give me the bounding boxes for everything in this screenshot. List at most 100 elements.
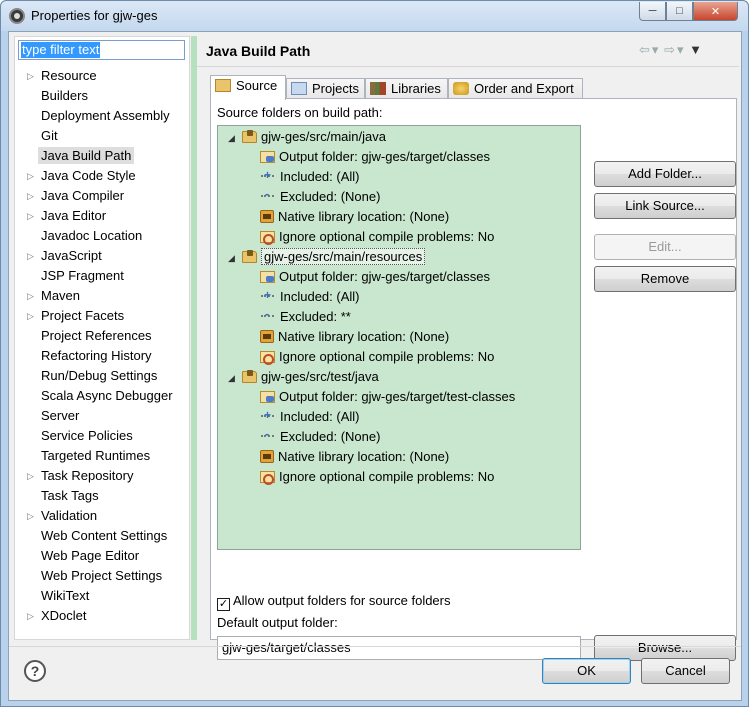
filter-input[interactable]: type filter text xyxy=(18,40,185,60)
expand-arrow-icon[interactable]: ▷ xyxy=(27,206,34,226)
tree-item-web-page-editor[interactable]: Web Page Editor xyxy=(15,546,191,566)
tree-item-task-tags[interactable]: Task Tags xyxy=(15,486,191,506)
cancel-button[interactable]: Cancel xyxy=(641,658,730,684)
source-folder-row[interactable]: ◢ gjw-ges/src/main/resources xyxy=(228,247,426,268)
title-bar[interactable]: Properties for gjw-ges ─ □ ✕ xyxy=(1,1,748,31)
source-folder-attribute-row[interactable]: Output folder: gjw-ges/target/classes xyxy=(260,267,490,287)
add-folder-button[interactable]: Add Folder... xyxy=(594,161,736,187)
allow-output-folders-checkbox[interactable]: ✓ xyxy=(217,598,230,611)
excluded-icon xyxy=(260,424,276,444)
source-folder-attribute-row[interactable]: Native library location: (None) xyxy=(260,207,449,227)
tree-item-java-build-path[interactable]: Java Build Path xyxy=(15,146,191,166)
collapse-arrow-icon[interactable]: ◢ xyxy=(228,248,242,268)
native-library-icon xyxy=(260,210,274,223)
tree-item-service-policies[interactable]: Service Policies xyxy=(15,426,191,446)
tree-item-java-compiler[interactable]: ▷ Java Compiler xyxy=(15,186,191,206)
tree-item-run-debug-settings[interactable]: Run/Debug Settings xyxy=(15,366,191,386)
tree-item-task-repository[interactable]: ▷ Task Repository xyxy=(15,466,191,486)
source-folder-icon xyxy=(215,79,231,92)
link-source-button[interactable]: Link Source... xyxy=(594,193,736,219)
maximize-button[interactable]: □ xyxy=(666,2,693,21)
tree-item-label: Web Content Settings xyxy=(41,528,168,543)
tree-item-java-code-style[interactable]: ▷ Java Code Style xyxy=(15,166,191,186)
tree-item-xdoclet[interactable]: ▷ XDoclet xyxy=(15,606,191,626)
ignore-problems-icon xyxy=(260,471,275,485)
expand-arrow-icon[interactable]: ▷ xyxy=(27,186,34,206)
tab-source[interactable]: Source xyxy=(210,75,286,100)
collapse-arrow-icon[interactable]: ◢ xyxy=(228,368,242,388)
attribute-text: Excluded: ** xyxy=(280,309,351,324)
tree-item-builders[interactable]: Builders xyxy=(15,86,191,106)
source-folder-attribute-row[interactable]: Output folder: gjw-ges/target/test-class… xyxy=(260,387,515,407)
source-folders-tree[interactable]: ◢ gjw-ges/src/main/java Output folder: gjw… xyxy=(217,125,581,550)
source-folder-attribute-row[interactable]: Ignore optional compile problems: No xyxy=(260,227,494,247)
tab-order-and-export[interactable]: Order and Export xyxy=(448,78,583,99)
source-folder-attribute-row[interactable]: Output folder: gjw-ges/target/classes xyxy=(260,147,490,167)
edit-button[interactable]: Edit... xyxy=(594,234,736,260)
filter-input-text: type filter text xyxy=(21,42,101,58)
collapse-arrow-icon[interactable]: ◢ xyxy=(228,128,242,148)
back-arrow-icon[interactable]: ⇦ xyxy=(639,42,650,57)
expand-arrow-icon[interactable]: ▷ xyxy=(27,606,34,626)
tree-item-git[interactable]: Git xyxy=(15,126,191,146)
help-icon[interactable]: ? xyxy=(24,660,46,682)
ok-button[interactable]: OK xyxy=(542,658,631,684)
source-folder-attribute-row[interactable]: Included: (All) xyxy=(260,165,359,187)
source-folder-attribute-row[interactable]: Native library location: (None) xyxy=(260,327,449,347)
tree-item-deployment-assembly[interactable]: Deployment Assembly xyxy=(15,106,191,126)
output-folder-icon xyxy=(260,271,275,283)
source-folder-attribute-row[interactable]: Excluded: (None) xyxy=(260,424,380,447)
expand-arrow-icon[interactable]: ▷ xyxy=(27,466,34,486)
source-folder-row[interactable]: ◢ gjw-ges/src/test/java xyxy=(228,367,379,387)
tree-item-project-facets[interactable]: ▷ Project Facets xyxy=(15,306,191,326)
tree-item-web-project-settings[interactable]: Web Project Settings xyxy=(15,566,191,586)
tree-item-java-editor[interactable]: ▷ Java Editor xyxy=(15,206,191,226)
view-menu-icon[interactable]: ▼ xyxy=(689,42,702,57)
remove-button[interactable]: Remove xyxy=(594,266,736,292)
source-folder-attribute-row[interactable]: Ignore optional compile problems: No xyxy=(260,467,494,487)
source-folder-attribute-row[interactable]: Ignore optional compile problems: No xyxy=(260,347,494,367)
tab-projects[interactable]: Projects xyxy=(286,78,365,99)
source-folder-attribute-row[interactable]: Included: (All) xyxy=(260,285,360,307)
tree-item-scala-async-debugger[interactable]: Scala Async Debugger xyxy=(15,386,191,406)
native-library-icon xyxy=(260,330,274,343)
attribute-text: Ignore optional compile problems: No xyxy=(279,229,495,244)
default-output-folder-field[interactable]: gjw-ges/target/classes xyxy=(217,636,581,660)
tree-item-label: Targeted Runtimes xyxy=(41,448,151,463)
source-folder-attribute-row[interactable]: Excluded: ** xyxy=(260,304,351,327)
expand-arrow-icon[interactable]: ▷ xyxy=(27,306,34,326)
expand-arrow-icon[interactable]: ▷ xyxy=(27,66,34,86)
attribute-text: Included: (All) xyxy=(280,409,360,424)
close-button[interactable]: ✕ xyxy=(693,2,738,21)
tree-item-targeted-runtimes[interactable]: Targeted Runtimes xyxy=(15,446,191,466)
back-dropdown-icon[interactable]: ▾ xyxy=(652,42,659,57)
expand-arrow-icon[interactable]: ▷ xyxy=(27,506,34,526)
forward-dropdown-icon[interactable]: ▾ xyxy=(677,42,684,57)
minimize-button[interactable]: ─ xyxy=(639,2,666,21)
expand-arrow-icon[interactable]: ▷ xyxy=(27,286,34,306)
tree-item-resource[interactable]: ▷ Resource xyxy=(15,66,191,86)
tree-item-jsp-fragment[interactable]: JSP Fragment xyxy=(15,266,191,286)
tree-item-label: Service Policies xyxy=(41,428,133,443)
expand-arrow-icon[interactable]: ▷ xyxy=(27,166,34,186)
tree-item-validation[interactable]: ▷ Validation xyxy=(15,506,191,526)
source-folder-attribute-row[interactable]: Included: (All) xyxy=(260,405,360,427)
tree-item-wikitext[interactable]: WikiText xyxy=(15,586,191,606)
tree-item-server[interactable]: Server xyxy=(15,406,191,426)
source-folder-attribute-row[interactable]: Native library location: (None) xyxy=(260,447,449,467)
source-folder-row[interactable]: ◢ gjw-ges/src/main/java xyxy=(228,127,386,147)
allow-output-folders-label: Allow output folders for source folders xyxy=(233,593,451,608)
expand-arrow-icon[interactable]: ▷ xyxy=(27,246,34,266)
allow-output-folders-option[interactable]: ✓ Allow output folders for source folders xyxy=(217,593,451,611)
source-folder-attribute-row[interactable]: Excluded: (None) xyxy=(260,184,380,207)
forward-arrow-icon[interactable]: ⇨ xyxy=(664,42,675,57)
tree-item-javadoc-location[interactable]: Javadoc Location xyxy=(15,226,191,246)
tree-item-maven[interactable]: ▷ Maven xyxy=(15,286,191,306)
tree-item-javascript[interactable]: ▷ JavaScript xyxy=(15,246,191,266)
attribute-text: Included: (All) xyxy=(280,289,360,304)
eclipse-icon xyxy=(9,8,25,24)
tab-libraries[interactable]: Libraries xyxy=(365,78,448,99)
tree-item-project-references[interactable]: Project References xyxy=(15,326,191,346)
tree-item-refactoring-history[interactable]: Refactoring History xyxy=(15,346,191,366)
tree-item-web-content-settings[interactable]: Web Content Settings xyxy=(15,526,191,546)
